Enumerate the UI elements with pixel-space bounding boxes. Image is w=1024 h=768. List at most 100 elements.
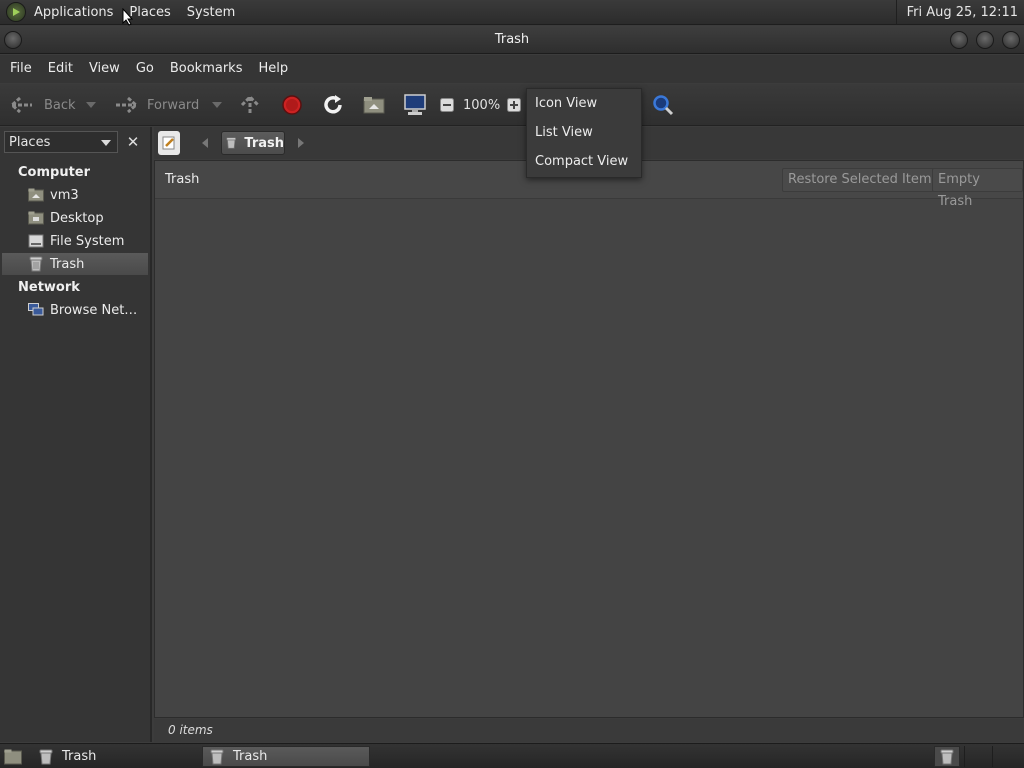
forward-arrow-icon xyxy=(116,96,138,114)
computer-button[interactable] xyxy=(403,84,427,126)
zoom-out-icon xyxy=(440,98,454,112)
trash-icon xyxy=(39,749,53,764)
show-desktop-icon xyxy=(4,749,22,764)
minimize-button[interactable] xyxy=(950,31,968,49)
sidebar-selector-label: Places xyxy=(9,134,51,150)
sidebar: Places ✕ Computer vm3 Desktop File Syste… xyxy=(0,127,152,742)
edit-pencil-icon xyxy=(162,136,175,150)
menu-view[interactable]: View xyxy=(81,55,128,83)
search-icon xyxy=(653,95,674,116)
workspace-2[interactable] xyxy=(992,746,1022,767)
sidebar-item-label: Desktop xyxy=(50,210,104,226)
bottom-panel: Trash Trash xyxy=(0,743,1024,768)
drive-icon xyxy=(28,233,44,249)
sidebar-item-label: Browse Net… xyxy=(50,302,138,318)
trash-icon xyxy=(226,137,237,149)
taskbar-item-trash[interactable]: Trash xyxy=(32,746,198,767)
view-mode-popup: Icon View List View Compact View xyxy=(526,88,642,178)
sidebar-item-file-system[interactable]: File System xyxy=(2,230,148,252)
path-scroll-right-button[interactable] xyxy=(294,131,308,155)
taskbar-item-label: Trash xyxy=(233,749,268,764)
taskbar-item-label: Trash xyxy=(62,749,97,764)
menu-help[interactable]: Help xyxy=(250,55,296,83)
zoom-level[interactable]: 100% xyxy=(463,84,500,126)
reload-button[interactable] xyxy=(322,84,344,126)
trash-icon xyxy=(210,749,224,764)
up-arrow-icon xyxy=(240,95,260,113)
status-bar: 0 items xyxy=(154,719,1024,742)
search-button[interactable] xyxy=(652,84,674,126)
path-crumb-label: Trash xyxy=(244,135,284,151)
forward-button[interactable]: Forward xyxy=(114,84,199,126)
network-icon xyxy=(28,302,44,318)
sidebar-heading-computer: Computer xyxy=(18,165,91,180)
info-bar-label: Trash xyxy=(165,172,200,187)
chevron-down-icon xyxy=(86,102,96,108)
desktop-folder-icon xyxy=(28,210,44,226)
sidebar-item-label: File System xyxy=(50,233,125,249)
trash-icon xyxy=(28,256,44,272)
stop-icon xyxy=(282,95,302,115)
chevron-down-icon xyxy=(212,102,222,108)
list-view-option[interactable]: List View xyxy=(535,122,593,144)
empty-trash-button[interactable]: Empty Trash xyxy=(932,168,1023,209)
mouse-cursor-icon xyxy=(122,8,134,26)
trash-applet[interactable] xyxy=(934,746,960,767)
icon-view-option[interactable]: Icon View xyxy=(535,93,597,115)
distro-logo-icon[interactable] xyxy=(6,2,26,22)
chevron-right-icon xyxy=(298,138,304,148)
home-folder-icon xyxy=(28,187,44,203)
window-title: Trash xyxy=(494,32,530,47)
restore-selected-items-button[interactable]: Restore Selected Items xyxy=(782,168,945,192)
home-folder-icon xyxy=(363,97,385,114)
close-window-button[interactable] xyxy=(1002,31,1020,49)
taskbar-item-trash-active[interactable]: Trash xyxy=(202,746,370,767)
forward-history-dropdown[interactable] xyxy=(212,84,222,126)
chevron-left-icon xyxy=(202,138,208,148)
trash-icon xyxy=(940,749,954,764)
chevron-down-icon xyxy=(101,140,111,146)
applications-menu[interactable]: Applications xyxy=(26,0,121,25)
clock[interactable]: Fri Aug 25, 12:11 xyxy=(895,0,1024,25)
status-text: 0 items xyxy=(168,723,213,737)
close-sidebar-button[interactable]: ✕ xyxy=(122,131,144,153)
sidebar-item-browse-network[interactable]: Browse Net… xyxy=(2,299,148,321)
show-desktop-button[interactable] xyxy=(0,746,28,767)
sidebar-heading-network: Network xyxy=(18,280,80,295)
toggle-location-entry-button[interactable] xyxy=(158,131,180,155)
menu-go[interactable]: Go xyxy=(128,55,162,83)
maximize-button[interactable] xyxy=(976,31,994,49)
sidebar-item-trash[interactable]: Trash xyxy=(2,253,148,275)
zoom-out-button[interactable] xyxy=(440,84,454,126)
forward-label: Forward xyxy=(147,97,200,113)
window-titlebar[interactable]: Trash xyxy=(0,26,1024,54)
back-arrow-icon xyxy=(10,96,32,114)
path-crumb-trash[interactable]: Trash xyxy=(221,131,285,155)
reload-icon xyxy=(324,95,342,114)
computer-icon xyxy=(404,94,426,115)
menu-edit[interactable]: Edit xyxy=(40,55,81,83)
toolbar: Back Forward 100% xyxy=(0,84,1024,126)
path-scroll-left-button[interactable] xyxy=(198,131,212,155)
workspace-1[interactable] xyxy=(964,746,990,767)
top-panel: Applications Places System Fri Aug 25, 1… xyxy=(0,0,1024,25)
sidebar-selector[interactable]: Places xyxy=(4,131,118,153)
sidebar-item-desktop[interactable]: Desktop xyxy=(2,207,148,229)
file-view[interactable]: Trash Restore Selected Items Empty Trash xyxy=(154,160,1024,718)
sidebar-item-label: vm3 xyxy=(50,187,79,203)
home-button[interactable] xyxy=(363,84,385,126)
system-menu[interactable]: System xyxy=(179,0,243,25)
back-history-dropdown[interactable] xyxy=(86,84,96,126)
back-label: Back xyxy=(44,97,76,113)
zoom-in-button[interactable] xyxy=(507,84,521,126)
up-button[interactable] xyxy=(240,84,260,126)
back-button[interactable]: Back xyxy=(10,84,76,126)
menubar: File Edit View Go Bookmarks Help xyxy=(0,55,1024,83)
sidebar-item-label: Trash xyxy=(50,256,85,272)
sidebar-item-vm3[interactable]: vm3 xyxy=(2,184,148,206)
menu-bookmarks[interactable]: Bookmarks xyxy=(162,55,251,83)
menu-file[interactable]: File xyxy=(2,55,40,83)
zoom-in-icon xyxy=(507,98,521,112)
stop-button[interactable] xyxy=(282,84,302,126)
compact-view-option[interactable]: Compact View xyxy=(535,151,628,173)
